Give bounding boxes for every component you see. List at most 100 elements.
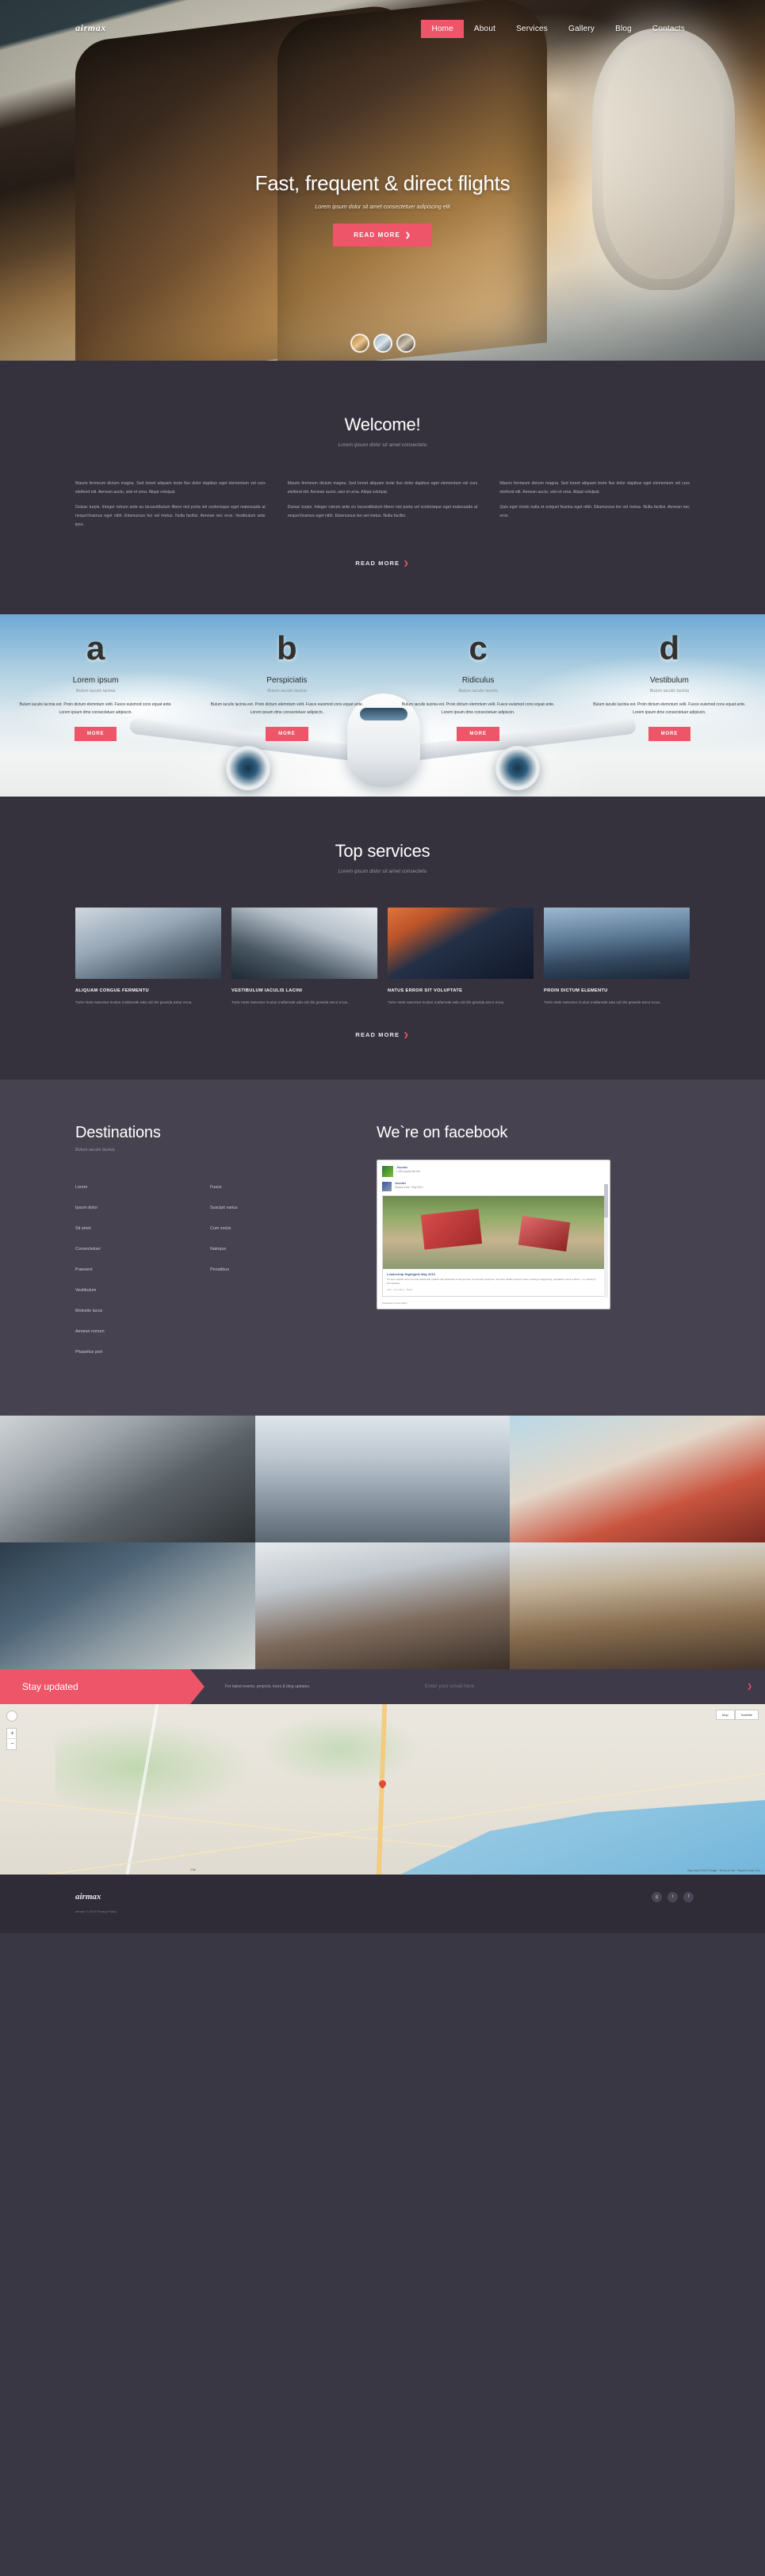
map-tab-map[interactable]: Map bbox=[715, 1709, 735, 1720]
footer-logo[interactable]: airmax bbox=[75, 1892, 101, 1901]
destination-link[interactable]: Vestibulum bbox=[75, 1288, 96, 1293]
feature-more-button[interactable]: MORE bbox=[74, 726, 117, 741]
list-item[interactable]: Sit amet bbox=[75, 1219, 210, 1233]
facebook-scrollbar[interactable] bbox=[604, 1183, 608, 1298]
list-item[interactable]: Ipsum dolor bbox=[75, 1198, 210, 1213]
welcome-read-more-link[interactable]: READ MORE ❯ bbox=[0, 560, 765, 567]
chevron-right-icon: ❯ bbox=[404, 560, 410, 568]
newsletter-email-input[interactable] bbox=[425, 1684, 748, 1690]
nav-item-contacts[interactable]: Contacts bbox=[642, 20, 695, 38]
list-item[interactable]: Penatibus bbox=[210, 1260, 345, 1275]
facebook-post-body: Leadership Highlights May 2013 It's been… bbox=[383, 1269, 604, 1296]
list-item[interactable]: Lorem bbox=[75, 1178, 210, 1192]
destination-link[interactable]: Ipsum dolor bbox=[75, 1206, 98, 1210]
list-item[interactable]: Molestie lacus bbox=[75, 1301, 210, 1316]
map-tab-satellite[interactable]: Satellite bbox=[734, 1709, 759, 1720]
feature-title: Perspiciatis bbox=[266, 676, 308, 686]
hero-thumb-1[interactable] bbox=[350, 334, 369, 353]
facebook-block: We`re on facebook Jounder 1,285 people l… bbox=[377, 1124, 690, 1363]
map-zoom-in-button[interactable]: + bbox=[7, 1729, 17, 1739]
feature-more-button[interactable]: MORE bbox=[457, 726, 499, 741]
hero-title: Fast, frequent & direct flights bbox=[254, 171, 511, 195]
list-item[interactable]: Praesent bbox=[75, 1260, 210, 1275]
welcome-subtitle: Lorem ipsum dolor sit amet consectetu bbox=[338, 442, 427, 448]
map-zoom-control[interactable]: + − bbox=[6, 1727, 17, 1750]
destinations-subtitle: Bulum iaculis lacinia bbox=[75, 1147, 115, 1152]
destinations-title: Destinations bbox=[75, 1123, 161, 1141]
nav-item-blog[interactable]: Blog bbox=[605, 20, 642, 38]
hero-thumb-3[interactable] bbox=[396, 334, 415, 353]
service-title: VESTIBULUM IACULIS LACINI bbox=[231, 988, 303, 994]
destination-link[interactable]: Lorem bbox=[75, 1185, 87, 1190]
service-card[interactable]: ALIQUAM CONGUE FERMENTU Turie ntots nasc… bbox=[75, 908, 221, 1007]
destination-link[interactable]: Phasellus port bbox=[75, 1350, 102, 1355]
map-location-pin-icon[interactable] bbox=[377, 1778, 388, 1790]
hero-thumb-2[interactable] bbox=[373, 334, 392, 353]
destination-link[interactable]: Fusce bbox=[210, 1185, 222, 1190]
newsletter-submit-icon[interactable]: ❯ bbox=[747, 1683, 752, 1690]
facebook-page-avatar bbox=[382, 1165, 393, 1177]
welcome-paragraph: Mauris fermeum dictum magna. Sed loreet … bbox=[499, 481, 690, 495]
feature-more-button[interactable]: MORE bbox=[648, 726, 691, 741]
facebook-sharer-name[interactable]: Jounder bbox=[395, 1182, 423, 1185]
feature-card-a: a Lorem ipsum Bulum iaculis lacinia Bulu… bbox=[0, 614, 191, 797]
gallery-image-6[interactable] bbox=[510, 1542, 765, 1669]
service-card[interactable]: NATUS ERROR SIT VOLUPTATE Turie ntots na… bbox=[388, 908, 534, 1007]
twitter-icon[interactable]: t bbox=[667, 1891, 678, 1902]
list-item[interactable]: Natoque bbox=[210, 1240, 345, 1254]
facebook-page-name[interactable]: Jounder bbox=[396, 1166, 420, 1169]
hero-read-more-button[interactable]: READ MORE ❯ bbox=[333, 224, 432, 247]
map-scale-label: 2 km bbox=[190, 1867, 197, 1871]
services-read-more-link[interactable]: READ MORE ❯ bbox=[0, 1031, 765, 1038]
list-item[interactable]: Aenean nonum bbox=[75, 1322, 210, 1336]
nav-item-gallery[interactable]: Gallery bbox=[558, 20, 605, 38]
facebook-page-header: Jounder 1,285 people like this bbox=[381, 1164, 606, 1179]
facebook-icon[interactable]: f bbox=[683, 1891, 694, 1902]
destination-link[interactable]: Penatibus bbox=[210, 1267, 229, 1272]
service-card[interactable]: PROIN DICTUM ELEMENTU Turie ntots nascet… bbox=[544, 908, 690, 1007]
gallery-image-3[interactable] bbox=[510, 1415, 765, 1542]
map-zoom-out-button[interactable]: − bbox=[7, 1739, 17, 1749]
service-text: Turie ntots nascetur riculus mullamale a… bbox=[388, 1001, 505, 1006]
map-pan-control[interactable] bbox=[6, 1710, 17, 1722]
nav-item-services[interactable]: Services bbox=[506, 20, 558, 38]
gallery-image-5[interactable] bbox=[254, 1542, 511, 1669]
list-item[interactable]: Suscipit varius bbox=[210, 1198, 345, 1213]
hero-read-more-label: READ MORE bbox=[354, 231, 400, 239]
nav-item-home[interactable]: Home bbox=[421, 20, 464, 38]
welcome-read-more-label: READ MORE bbox=[355, 560, 400, 568]
gallery-image-1[interactable] bbox=[0, 1415, 255, 1542]
feature-title: Lorem ipsum bbox=[72, 676, 119, 686]
feature-more-button[interactable]: MORE bbox=[266, 726, 308, 741]
facebook-scrollbar-thumb[interactable] bbox=[604, 1183, 608, 1217]
destination-link[interactable]: Suscipit varius bbox=[210, 1206, 238, 1210]
site-logo[interactable]: airmax bbox=[75, 22, 106, 34]
facebook-post-actions[interactable]: Like · Comment · Share bbox=[387, 1288, 600, 1291]
map-section[interactable]: + − Map Satellite 2 km Map data ©2013 Go… bbox=[0, 1703, 765, 1875]
service-card[interactable]: VESTIBULUM IACULIS LACINI Turie ntots na… bbox=[231, 908, 377, 1007]
list-item[interactable]: Phasellus port bbox=[75, 1343, 210, 1357]
nav-item-about[interactable]: About bbox=[464, 20, 506, 38]
welcome-columns: Mauris fermeum dictum magna. Sed loreet … bbox=[75, 480, 690, 536]
facebook-post-title[interactable]: Leadership Highlights May 2013 bbox=[387, 1272, 600, 1276]
facebook-widget[interactable]: Jounder 1,285 people like this Jounder S… bbox=[377, 1159, 610, 1309]
destination-link[interactable]: Cum sociis bbox=[210, 1226, 231, 1231]
destination-link[interactable]: Praesent bbox=[75, 1267, 93, 1272]
gallery-image-4[interactable] bbox=[0, 1542, 255, 1669]
destination-link[interactable]: Molestie lacus bbox=[75, 1309, 102, 1313]
facebook-post[interactable]: Leadership Highlights May 2013 It's been… bbox=[382, 1194, 605, 1297]
chevron-right-icon: ❯ bbox=[404, 231, 411, 239]
destinations-facebook-section: Destinations Bulum iaculis lacinia Lorem… bbox=[0, 1079, 765, 1416]
list-item[interactable]: Vestibulum bbox=[75, 1281, 210, 1295]
google-plus-icon[interactable]: g bbox=[652, 1891, 662, 1902]
destination-link[interactable]: Consectetuer bbox=[75, 1247, 101, 1252]
facebook-page-meta: 1,285 people like this bbox=[396, 1169, 420, 1173]
destination-link[interactable]: Aenean nonum bbox=[75, 1329, 105, 1334]
gallery-image-2[interactable] bbox=[254, 1415, 511, 1542]
list-item[interactable]: Fusce bbox=[210, 1178, 345, 1192]
list-item[interactable]: Consectetuer bbox=[75, 1240, 210, 1254]
list-item[interactable]: Cum sociis bbox=[210, 1219, 345, 1233]
destination-link[interactable]: Sit amet bbox=[75, 1226, 91, 1231]
destination-link[interactable]: Natoque bbox=[210, 1247, 226, 1252]
feature-letter: b bbox=[277, 629, 297, 667]
